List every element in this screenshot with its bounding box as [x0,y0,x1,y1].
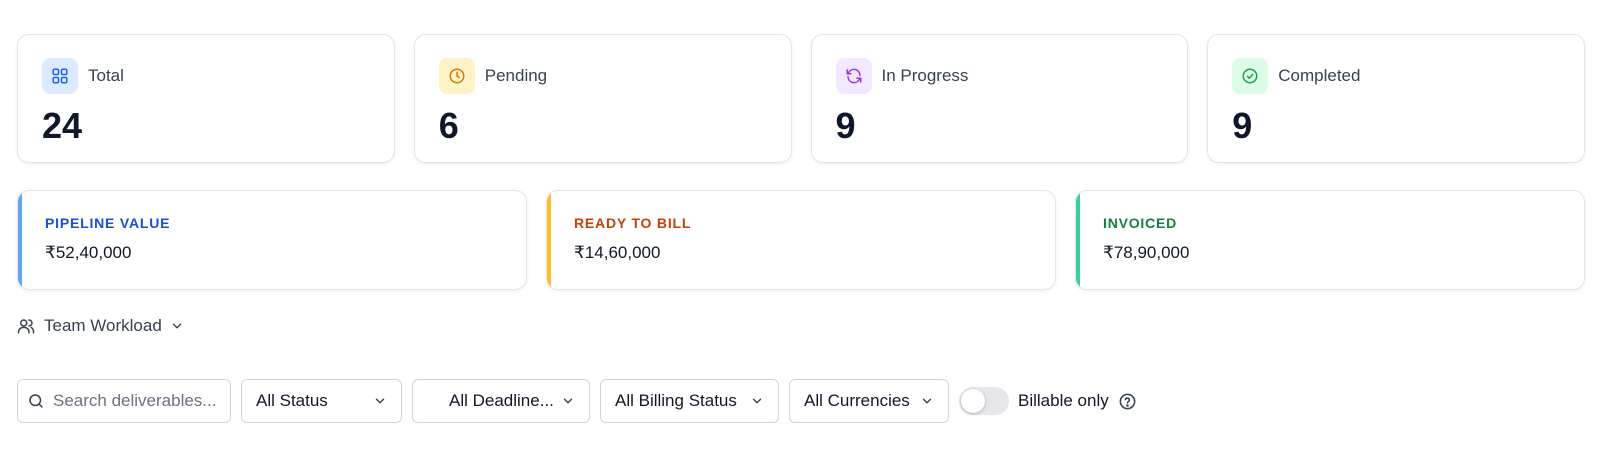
deadline-filter[interactable]: All Deadline... [412,379,590,423]
billing-status-filter-value: All Billing Status [615,391,737,410]
stat-value: 6 [438,105,459,146]
stat-label: Pending [484,66,548,85]
search-icon [27,392,45,410]
billing-summary-row: PIPELINE VALUE ₹52,40,000 READY TO BILL … [17,190,1585,290]
ready-to-bill-card: READY TO BILL ₹14,60,000 [546,190,1056,290]
team-workload-toggle[interactable]: Team Workload [17,316,184,336]
stat-card-in-progress: In Progress 9 [810,34,1189,163]
money-label: PIPELINE VALUE [45,215,171,231]
status-filter-value: All Status [256,391,328,410]
stat-card-completed: Completed 9 [1207,34,1585,163]
stats-row: Total 24 Pending 6 In Progress 9 Complet… [17,34,1585,163]
billable-only-label: Billable only [1018,391,1109,410]
chevron-down-icon [561,394,575,408]
stat-value: 9 [835,105,856,146]
team-workload-label: Team Workload [44,316,162,335]
billing-status-filter[interactable]: All Billing Status [600,379,779,423]
currency-filter-value: All Currencies [804,391,910,410]
filter-bar: All Status All Deadline... All Billing S… [17,379,1137,423]
refresh-icon [835,58,872,94]
billable-only-control: Billable only [959,387,1137,415]
status-filter[interactable]: All Status [241,379,402,423]
chevron-down-icon [750,394,764,408]
grid-icon [42,58,78,94]
stat-label: Completed [1278,66,1361,85]
toggle-knob [961,389,985,413]
stat-value: 24 [42,105,83,146]
stat-card-total: Total 24 [17,34,395,163]
stat-label: Total [88,66,124,85]
stat-value: 9 [1232,105,1253,146]
chevron-down-icon [170,319,184,333]
check-circle-icon [1232,58,1269,94]
accent-bar [547,191,551,289]
stat-card-pending: Pending 6 [413,34,792,163]
currency-filter[interactable]: All Currencies [789,379,949,423]
chevron-down-icon [373,394,387,408]
search-box [17,379,231,423]
deadline-filter-value: All Deadline... [449,391,554,410]
help-icon[interactable] [1118,392,1137,411]
pipeline-value-card: PIPELINE VALUE ₹52,40,000 [17,190,527,290]
users-icon [17,317,35,335]
search-input[interactable] [53,391,223,411]
money-label: INVOICED [1103,215,1178,231]
stat-label: In Progress [881,66,969,85]
accent-bar [18,191,22,289]
invoiced-card: INVOICED ₹78,90,000 [1075,190,1585,290]
accent-bar [1076,191,1080,289]
money-label: READY TO BILL [574,215,692,231]
billable-only-toggle[interactable] [959,387,1009,415]
money-value: ₹52,40,000 [45,243,132,262]
money-value: ₹14,60,000 [574,243,661,262]
chevron-down-icon [920,394,934,408]
money-value: ₹78,90,000 [1103,243,1190,262]
clock-icon [438,58,475,94]
